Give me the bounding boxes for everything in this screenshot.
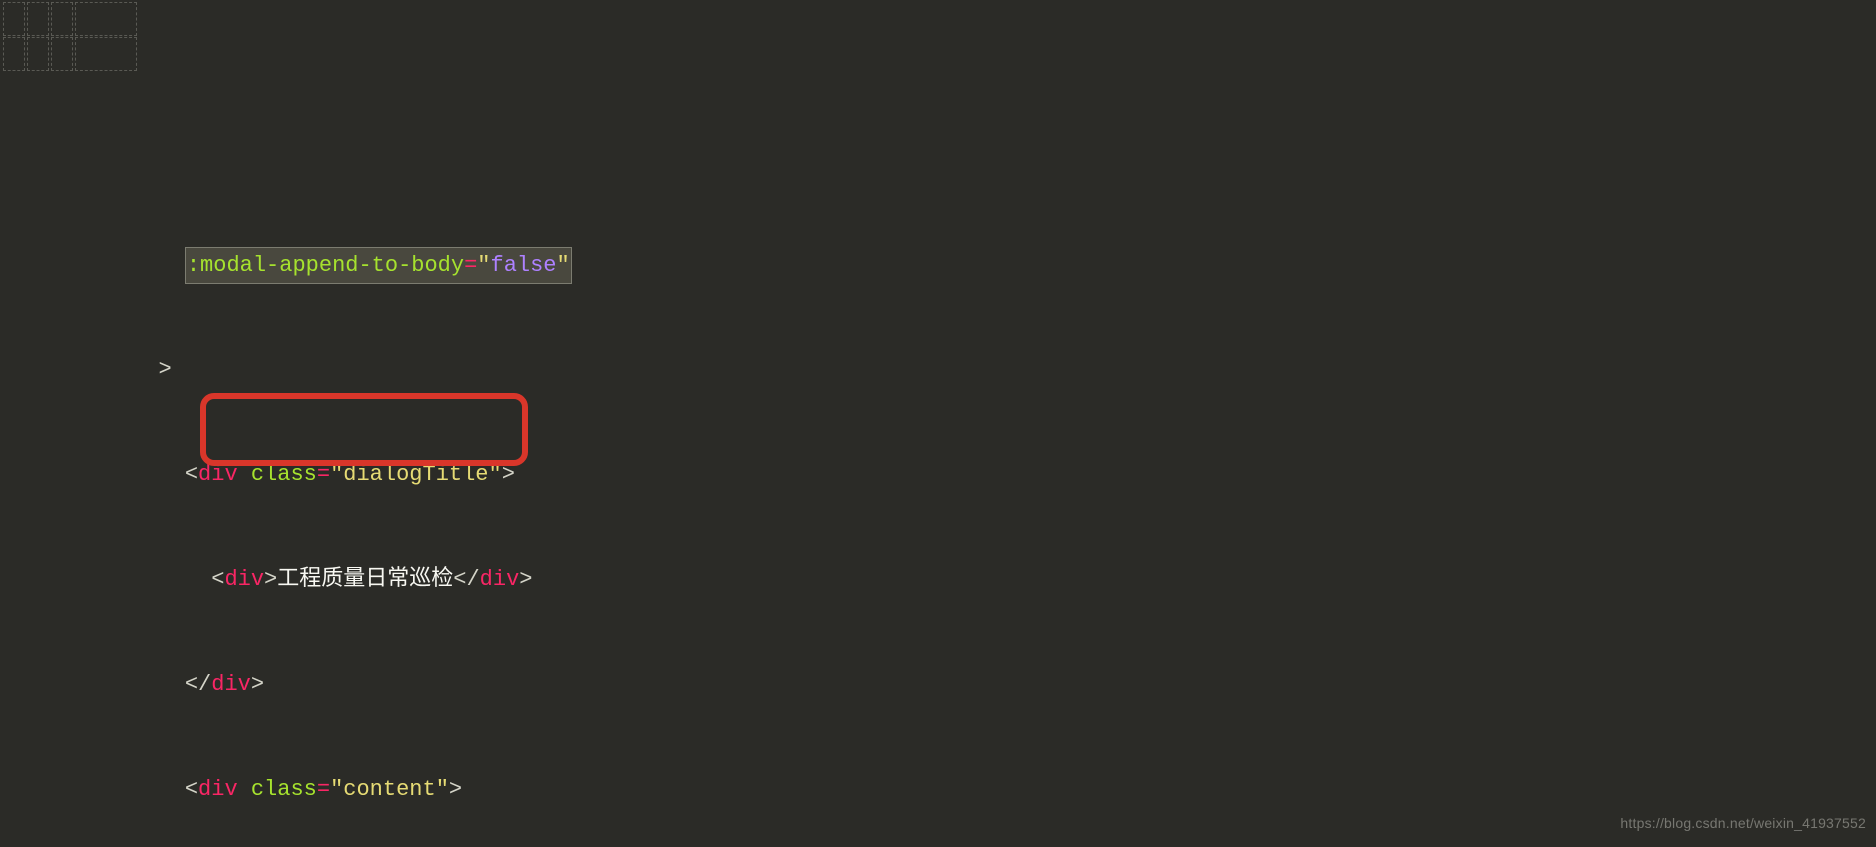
code-editor[interactable]: :modal-append-to-body="false" > <div cla…	[0, 0, 1876, 847]
code-line[interactable]: <div class="content">	[0, 772, 1876, 807]
code-line[interactable]: :modal-append-to-body="false"	[0, 247, 1876, 282]
gutter-row	[3, 2, 139, 36]
code-line[interactable]: <div>工程质量日常巡检</div>	[0, 562, 1876, 597]
code-line[interactable]: <div class="dialogTitle">	[0, 457, 1876, 492]
attr-name: :modal-append-to-body	[187, 253, 464, 278]
code-line[interactable]: >	[0, 352, 1876, 387]
watermark-text: https://blog.csdn.net/weixin_41937552	[1620, 806, 1866, 841]
code-line[interactable]: </div>	[0, 667, 1876, 702]
annotation-highlight-box	[200, 393, 528, 466]
gutter-row	[3, 37, 139, 71]
